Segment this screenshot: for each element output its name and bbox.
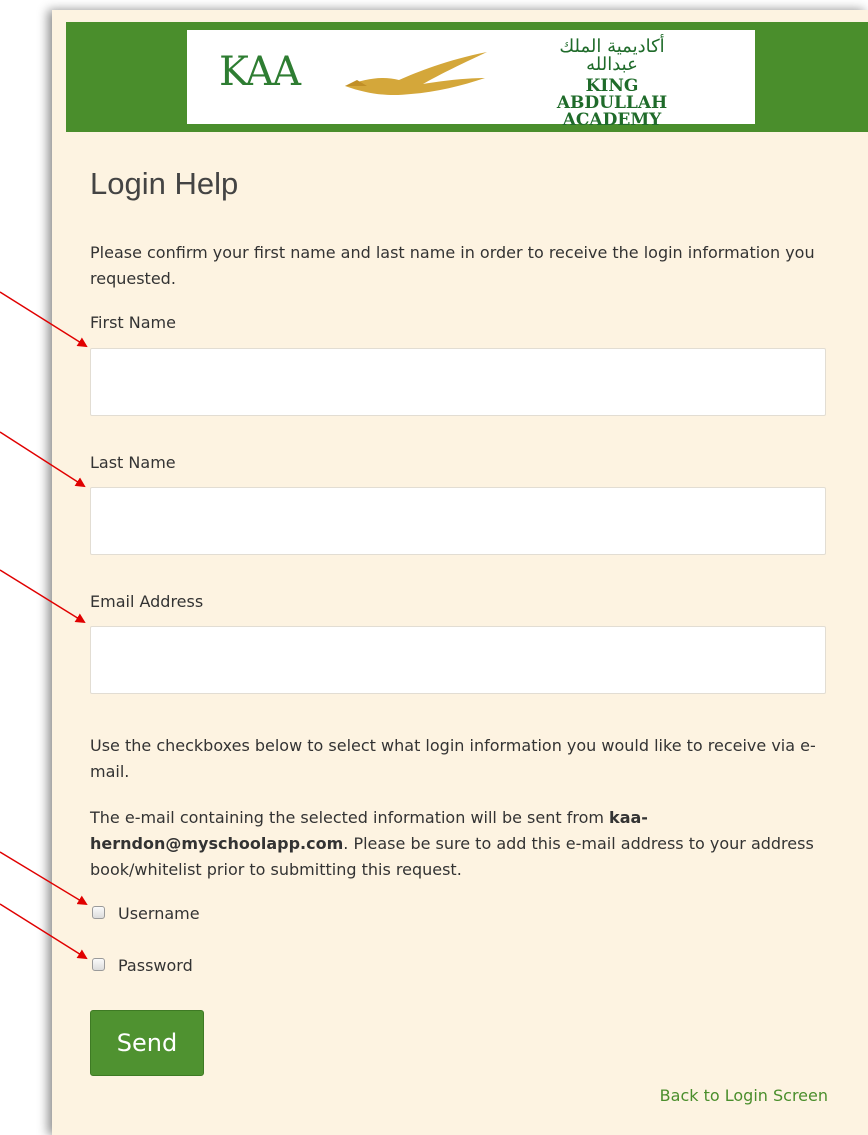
page: KAA أكاديمية الملك عبدالله KING ABDULLAH… [0,0,868,1135]
annotation-arrow-icon [0,851,88,906]
annotation-arrow-icon [0,903,88,960]
annotation-arrows [0,291,88,960]
annotation-arrow-icon [0,569,86,624]
annotation-arrow-icon [0,431,86,488]
annotation-arrow-icon [0,291,88,348]
